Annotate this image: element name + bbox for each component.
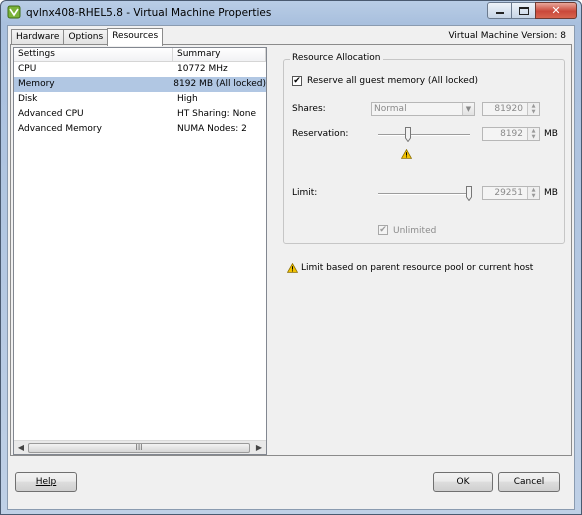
vm-version-label: Virtual Machine Version: 8 [448, 31, 566, 41]
close-icon: ✕ [551, 4, 561, 17]
table-row-memory[interactable]: Memory 8192 MB (All locked) [14, 77, 266, 92]
reservation-value: 8192 [500, 129, 523, 139]
vm-app-icon [7, 5, 21, 19]
resource-allocation-group: Resource Allocation ✔ Reserve all guest … [283, 53, 565, 244]
caption-buttons: ✕ [487, 2, 577, 19]
reservation-value-stepper[interactable]: 8192 ▲ ▼ [482, 127, 540, 141]
reservation-warning-icon [401, 149, 412, 159]
column-header-summary[interactable]: Summary [173, 48, 266, 61]
unlimited-label: Unlimited [393, 226, 437, 236]
maximize-button[interactable] [511, 2, 536, 19]
limit-warning-note: Limit based on parent resource pool or c… [301, 263, 534, 273]
reservation-slider-track[interactable] [378, 134, 470, 136]
row-summary: HT Sharing: None [177, 109, 257, 119]
row-setting: Advanced CPU [18, 109, 84, 119]
cancel-button[interactable]: Cancel [498, 472, 560, 492]
limit-slider-thumb[interactable] [466, 186, 472, 201]
spin-down-icon: ▼ [531, 134, 536, 140]
ok-button[interactable]: OK [433, 472, 493, 492]
minimize-button[interactable] [487, 2, 512, 19]
group-legend: Resource Allocation [290, 53, 383, 63]
shares-level-value: Normal [374, 104, 407, 114]
table-header: Settings Summary [14, 48, 266, 62]
limit-value-stepper[interactable]: 29251 ▲ ▼ [482, 186, 540, 200]
limit-label: Limit: [292, 188, 318, 198]
spin-down-icon: ▼ [531, 109, 536, 115]
shares-spin-buttons[interactable]: ▲ ▼ [527, 103, 539, 115]
limit-value: 29251 [494, 188, 523, 198]
maximize-icon [519, 7, 529, 15]
reservation-slider-thumb[interactable] [405, 127, 411, 142]
reserve-all-memory-checkbox[interactable]: ✔ [292, 76, 302, 86]
table-row-cpu[interactable]: CPU 10772 MHz [14, 62, 266, 77]
shares-label: Shares: [292, 104, 326, 114]
row-summary: 10772 MHz [177, 64, 228, 74]
scroll-thumb[interactable]: III [28, 443, 250, 453]
reservation-unit: MB [544, 129, 558, 139]
help-button-label: Help [35, 477, 57, 487]
properties-window: qvlnx408-RHEL5.8 - Virtual Machine Prope… [0, 0, 582, 515]
shares-value-stepper[interactable]: 81920 ▲ ▼ [482, 102, 540, 116]
dialog-client: Hardware Options Resources Virtual Machi… [7, 25, 575, 510]
reservation-label: Reservation: [292, 129, 349, 139]
row-summary: NUMA Nodes: 2 [177, 124, 247, 134]
tab-options[interactable]: Options [63, 29, 109, 45]
table-row-disk[interactable]: Disk High [14, 92, 266, 107]
unlimited-checkbox[interactable]: ✔ [378, 225, 388, 235]
table-row-advanced-cpu[interactable]: Advanced CPU HT Sharing: None [14, 107, 266, 122]
warning-icon [287, 263, 298, 273]
table-row-advanced-memory[interactable]: Advanced Memory NUMA Nodes: 2 [14, 122, 266, 137]
tab-strip: Hardware Options Resources [11, 28, 164, 46]
shares-level-select[interactable]: Normal ▼ [371, 102, 475, 116]
shares-value: 81920 [494, 104, 523, 114]
row-setting: Memory [18, 79, 55, 89]
horizontal-scrollbar[interactable]: ◀ III ▶ [14, 440, 266, 454]
reserve-all-memory-label: Reserve all guest memory (All locked) [307, 76, 479, 86]
scroll-right-arrow-icon[interactable]: ▶ [254, 443, 264, 453]
spin-down-icon: ▼ [531, 193, 536, 199]
chevron-down-icon: ▼ [462, 103, 474, 115]
help-button[interactable]: Help [15, 472, 77, 492]
title-bar[interactable]: qvlnx408-RHEL5.8 - Virtual Machine Prope… [1, 1, 581, 25]
limit-slider-track[interactable] [378, 193, 470, 195]
row-setting: Disk [18, 94, 38, 104]
tab-hardware[interactable]: Hardware [11, 29, 65, 45]
column-header-settings[interactable]: Settings [14, 48, 173, 61]
scroll-grip: III [135, 443, 143, 452]
limit-spin-buttons[interactable]: ▲ ▼ [527, 187, 539, 199]
close-button[interactable]: ✕ [535, 2, 577, 19]
minimize-icon [496, 12, 504, 14]
reservation-spin-buttons[interactable]: ▲ ▼ [527, 128, 539, 140]
row-summary: High [177, 94, 198, 104]
row-setting: CPU [18, 64, 37, 74]
resources-panel: Settings Summary CPU 10772 MHz Memory 81… [10, 44, 572, 456]
scroll-left-arrow-icon[interactable]: ◀ [16, 443, 26, 453]
row-setting: Advanced Memory [18, 124, 102, 134]
limit-unit: MB [544, 188, 558, 198]
window-title: qvlnx408-RHEL5.8 - Virtual Machine Prope… [26, 7, 272, 19]
tab-resources[interactable]: Resources [107, 28, 164, 46]
row-summary: 8192 MB (All locked) [173, 79, 266, 89]
settings-table: Settings Summary CPU 10772 MHz Memory 81… [13, 47, 267, 455]
